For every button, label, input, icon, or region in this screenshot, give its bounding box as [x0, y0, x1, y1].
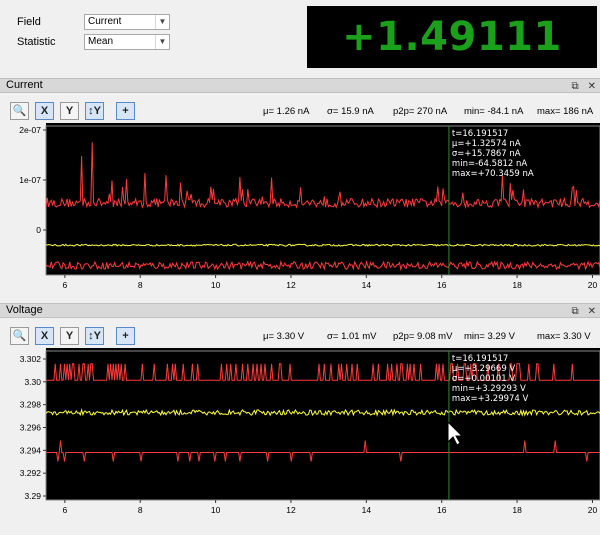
x-tick-label: 20: [588, 280, 598, 290]
field-label: Field: [17, 16, 41, 28]
x-tick-label: 16: [437, 505, 447, 515]
current-panel-title-text: Current: [6, 79, 43, 91]
x-axis-area: [6, 500, 600, 525]
chevron-down-icon: ▼: [155, 35, 169, 49]
annotation-line: σ=+0.00101 V: [452, 374, 515, 384]
x-tick-label: 20: [588, 505, 598, 515]
x-tick-label: 10: [211, 280, 221, 290]
y-tick-label: 3.292: [20, 468, 42, 478]
current-mean: μ= 1.26 nA: [263, 106, 310, 117]
statistic-row: Statistic Mean ▼: [17, 34, 170, 50]
statistic-label: Statistic: [17, 36, 56, 48]
plot-area: [45, 350, 600, 501]
current-sigma: σ= 15.9 nA: [327, 106, 374, 117]
statistic-select-value: Mean: [88, 36, 114, 47]
x-tick-label: 6: [62, 505, 67, 515]
current-panel: Current ⧉ ✕ 🔍 X Y ↕Y + μ= 1.26 nA σ= 15.…: [0, 78, 600, 300]
x-tick-label: 14: [362, 505, 372, 515]
voltage-max: max= 3.30 V: [537, 331, 591, 342]
voltage-min: min= 3.29 V: [464, 331, 515, 342]
x-tick-label: 18: [512, 505, 522, 515]
y-axis-area: [6, 123, 46, 300]
x-tick-label: 8: [138, 280, 143, 290]
voltage-stats: μ= 3.30 V σ= 1.01 mV p2p= 9.08 mV min= 3…: [0, 330, 600, 344]
y-tick-label: 3.29: [24, 491, 41, 501]
annotation-line: t=16.191517: [452, 129, 508, 139]
annotation-line: max=+3.29974 V: [452, 394, 529, 404]
big-readout: +1.49111 nA: [307, 6, 597, 122]
close-icon[interactable]: ✕: [588, 305, 596, 318]
voltage-panel-title-buttons: ⧉ ✕: [571, 305, 596, 318]
y-tick-label: 3.294: [20, 445, 42, 455]
current-panel-title: Current ⧉ ✕: [0, 78, 600, 93]
y-tick-label: 2e-07: [19, 125, 41, 135]
y-tick-label: 3.30: [24, 377, 41, 387]
x-tick-label: 10: [211, 505, 221, 515]
field-select-value: Current: [88, 16, 122, 27]
annotation-line: μ=+1.32574 nA: [452, 139, 521, 149]
x-tick-label: 14: [362, 280, 372, 290]
y-tick-label: 0: [36, 225, 41, 235]
y-tick-label: 1e-07: [19, 175, 41, 185]
x-tick-label: 12: [286, 280, 296, 290]
undock-icon[interactable]: ⧉: [571, 305, 578, 318]
x-tick-label: 6: [62, 280, 67, 290]
y-tick-label: 3.302: [20, 354, 42, 364]
voltage-panel-title-text: Voltage: [6, 304, 43, 316]
chevron-down-icon: ▼: [155, 15, 169, 29]
voltage-sigma: σ= 1.01 mV: [327, 331, 377, 342]
annotation-line: max=+70.3459 nA: [452, 169, 534, 179]
annotation-line: σ=+15.7867 nA: [452, 149, 521, 159]
annotation-line: t=16.191517: [452, 354, 508, 364]
x-tick-label: 12: [286, 505, 296, 515]
current-stats: μ= 1.26 nA σ= 15.9 nA p2p= 270 nA min= -…: [0, 105, 600, 119]
x-tick-label: 8: [138, 505, 143, 515]
current-p2p: p2p= 270 nA: [393, 106, 448, 117]
voltage-mean: μ= 3.30 V: [263, 331, 305, 342]
close-icon[interactable]: ✕: [588, 80, 596, 93]
current-min: min= -84.1 nA: [464, 106, 524, 117]
x-axis-area: [6, 275, 600, 300]
current-panel-title-buttons: ⧉ ✕: [571, 80, 596, 93]
current-max: max= 186 nA: [537, 106, 594, 117]
annotation-line: min=-64.5812 nA: [452, 159, 527, 169]
voltage-panel: Voltage ⧉ ✕ 🔍 X Y ↕Y + μ= 3.30 V σ= 1.01…: [0, 303, 600, 535]
voltage-p2p: p2p= 9.08 mV: [393, 331, 453, 342]
y-tick-label: 3.298: [20, 400, 42, 410]
field-row: Field Current ▼: [17, 14, 170, 30]
undock-icon[interactable]: ⧉: [571, 80, 578, 93]
x-tick-label: 18: [512, 280, 522, 290]
x-tick-label: 16: [437, 280, 447, 290]
annotation-line: min=+3.29293 V: [452, 384, 526, 394]
statistic-select[interactable]: Mean ▼: [84, 34, 170, 50]
top-controls: Field Current ▼ Statistic Mean ▼ +1.4911…: [0, 0, 600, 122]
voltage-chart-svg: t=16.191517μ=+3.29669 Vσ=+0.00101 Vmin=+…: [6, 348, 600, 525]
current-plot[interactable]: t=16.191517 μ=+1.32574 nA σ=+15.7867 nA min…: [6, 123, 600, 300]
field-select[interactable]: Current ▼: [84, 14, 170, 30]
voltage-plot[interactable]: t=16.191517 μ=+3.29669 Vσ=+0.00101 Vmin=+…: [6, 348, 600, 525]
voltage-panel-title: Voltage ⧉ ✕: [0, 303, 600, 318]
annotation-line: μ=+3.29669 V: [452, 364, 516, 374]
current-chart-svg: t=16.191517μ=+1.32574 nAσ=+15.7867 nAmin…: [6, 123, 600, 300]
y-tick-label: 3.296: [20, 423, 42, 433]
